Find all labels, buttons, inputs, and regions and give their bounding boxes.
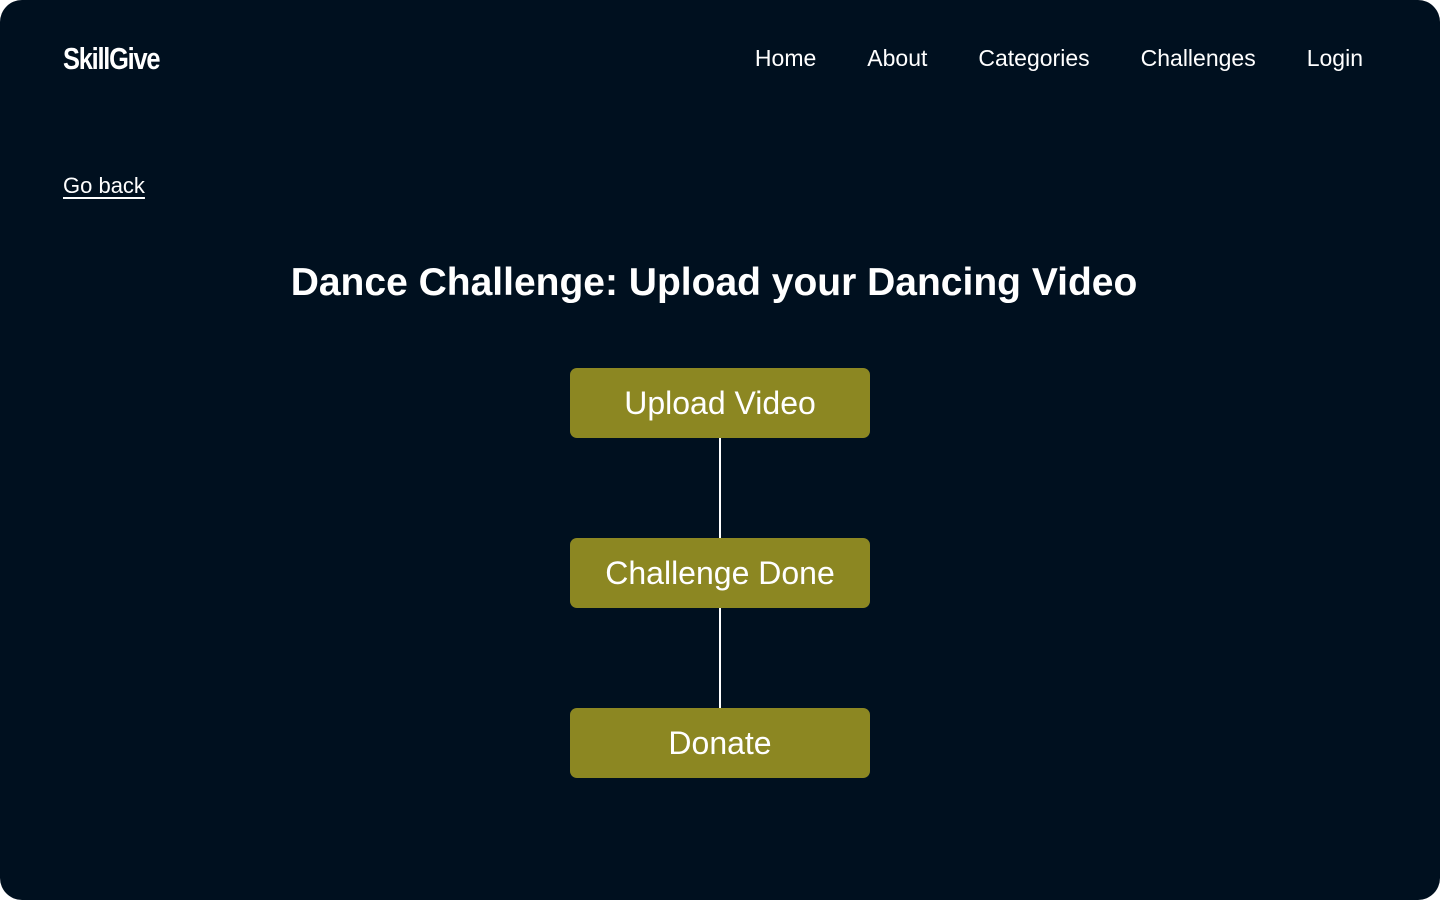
challenge-done-button[interactable]: Challenge Done bbox=[570, 538, 870, 608]
app-frame: SkillGive Home About Categories Challeng… bbox=[0, 0, 1440, 900]
go-back-link[interactable]: Go back bbox=[63, 170, 145, 202]
main-nav: Home About Categories Challenges Login bbox=[755, 41, 1363, 75]
nav-item-login[interactable]: Login bbox=[1307, 41, 1363, 75]
nav-item-challenges[interactable]: Challenges bbox=[1141, 41, 1256, 75]
nav-item-about[interactable]: About bbox=[867, 41, 927, 75]
page-title: Dance Challenge: Upload your Dancing Vid… bbox=[290, 261, 1138, 304]
upload-video-button[interactable]: Upload Video bbox=[570, 368, 870, 438]
skillgive-logo[interactable]: SkillGive bbox=[63, 40, 161, 78]
challenge-steps: Upload Video Challenge Done Donate bbox=[570, 368, 870, 778]
step-connector-line bbox=[719, 608, 721, 708]
nav-item-home[interactable]: Home bbox=[755, 41, 816, 75]
donate-button[interactable]: Donate bbox=[570, 708, 870, 778]
nav-item-categories[interactable]: Categories bbox=[978, 41, 1089, 75]
step-connector-line bbox=[719, 438, 721, 538]
